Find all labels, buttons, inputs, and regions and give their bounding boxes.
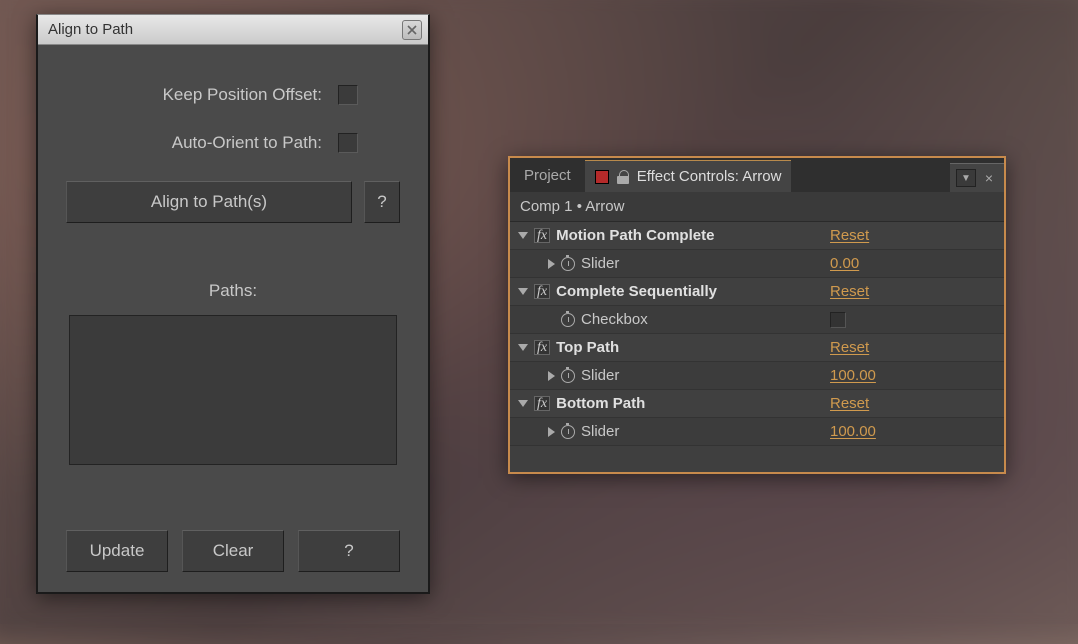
auto-orient-checkbox[interactable] [338, 133, 358, 153]
update-button[interactable]: Update [66, 530, 168, 572]
align-to-paths-button[interactable]: Align to Path(s) [66, 181, 352, 223]
effect-header: fx Motion Path Complete Reset [510, 222, 1004, 250]
effect-list: fx Motion Path Complete Reset Slider 0.0… [510, 222, 1004, 472]
titlebar[interactable]: Align to Path [38, 15, 428, 45]
keep-offset-label: Keep Position Offset: [163, 85, 322, 105]
twirl-down-icon[interactable] [518, 232, 528, 239]
paths-block: Paths: [58, 281, 408, 465]
panel-menu-icon[interactable]: ▼ [956, 169, 976, 187]
property-name: Checkbox [581, 311, 648, 328]
property-name: Slider [581, 255, 619, 272]
tab-effect-controls[interactable]: Effect Controls: Arrow [585, 160, 792, 192]
paths-label: Paths: [209, 281, 257, 301]
close-icon[interactable] [402, 20, 422, 40]
effect-name[interactable]: Complete Sequentially [556, 283, 717, 300]
help-button[interactable]: ? [364, 181, 400, 223]
lock-icon[interactable] [617, 170, 629, 184]
effect-header: fx Bottom Path Reset [510, 390, 1004, 418]
fx-icon[interactable]: fx [534, 396, 550, 411]
align-to-path-panel: Align to Path Keep Position Offset: Auto… [36, 14, 430, 594]
effect-header: fx Top Path Reset [510, 334, 1004, 362]
twirl-right-icon[interactable] [548, 259, 555, 269]
twirl-right-icon[interactable] [548, 371, 555, 381]
reset-link[interactable]: Reset [830, 283, 1004, 300]
checkbox[interactable] [830, 312, 846, 328]
tab-active-label: Effect Controls: Arrow [637, 168, 782, 185]
fx-icon[interactable]: fx [534, 228, 550, 243]
clear-button[interactable]: Clear [182, 530, 284, 572]
panel-close-icon[interactable]: × [980, 169, 998, 187]
reset-link[interactable]: Reset [830, 339, 1004, 356]
help-button-2[interactable]: ? [298, 530, 400, 572]
twirl-down-icon[interactable] [518, 344, 528, 351]
effect-property: Checkbox [510, 306, 1004, 334]
property-value[interactable]: 0.00 [830, 255, 1004, 272]
property-name: Slider [581, 423, 619, 440]
panel-body: Keep Position Offset: Auto-Orient to Pat… [38, 45, 428, 592]
reset-link[interactable]: Reset [830, 395, 1004, 412]
property-name: Slider [581, 367, 619, 384]
stopwatch-icon[interactable] [561, 425, 575, 439]
effect-controls-panel: Project Effect Controls: Arrow ▼ × Comp … [508, 156, 1006, 474]
effect-property: Slider 100.00 [510, 418, 1004, 446]
stopwatch-icon[interactable] [561, 369, 575, 383]
effect-name[interactable]: Top Path [556, 339, 619, 356]
keep-offset-checkbox[interactable] [338, 85, 358, 105]
bottom-buttons: Update Clear ? [58, 530, 408, 572]
effect-header: fx Complete Sequentially Reset [510, 278, 1004, 306]
effect-name[interactable]: Bottom Path [556, 395, 645, 412]
paths-list[interactable] [69, 315, 397, 465]
effect-property: Slider 0.00 [510, 250, 1004, 278]
stopwatch-icon[interactable] [561, 257, 575, 271]
effect-name[interactable]: Motion Path Complete [556, 227, 714, 244]
reset-link[interactable]: Reset [830, 227, 1004, 244]
keep-offset-row: Keep Position Offset: [58, 85, 408, 105]
property-value-checkbox[interactable] [830, 312, 1004, 328]
fx-icon[interactable]: fx [534, 340, 550, 355]
twirl-down-icon[interactable] [518, 288, 528, 295]
stopwatch-icon[interactable] [561, 313, 575, 327]
twirl-down-icon[interactable] [518, 400, 528, 407]
comp-color-swatch [595, 170, 609, 184]
tab-project[interactable]: Project [510, 159, 585, 192]
property-value[interactable]: 100.00 [830, 367, 1004, 384]
tab-end-controls: ▼ × [950, 163, 1004, 192]
titlebar-text: Align to Path [48, 21, 402, 38]
effect-property: Slider 100.00 [510, 362, 1004, 390]
breadcrumb: Comp 1 • Arrow [510, 192, 1004, 222]
property-value[interactable]: 100.00 [830, 423, 1004, 440]
auto-orient-row: Auto-Orient to Path: [58, 133, 408, 153]
align-button-row: Align to Path(s) ? [58, 181, 408, 223]
fx-icon[interactable]: fx [534, 284, 550, 299]
panel-tabs: Project Effect Controls: Arrow ▼ × [510, 158, 1004, 192]
twirl-right-icon[interactable] [548, 427, 555, 437]
auto-orient-label: Auto-Orient to Path: [172, 133, 322, 153]
